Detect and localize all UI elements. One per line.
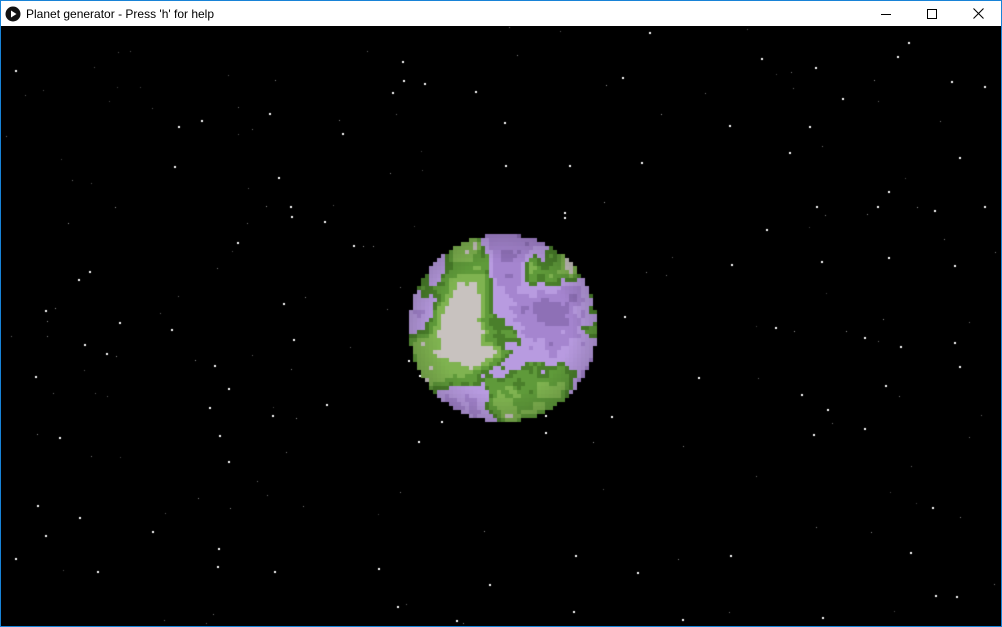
title-bar[interactable]: Planet generator - Press 'h' for help: [1, 1, 1001, 26]
minimize-button[interactable]: [863, 1, 909, 26]
render-area[interactable]: [1, 26, 1001, 626]
maximize-button[interactable]: [909, 1, 955, 26]
starfield-canvas[interactable]: [1, 26, 1001, 626]
close-button[interactable]: [955, 1, 1001, 26]
maximize-icon: [927, 8, 937, 19]
close-icon: [972, 8, 984, 19]
app-window: Planet generator - Press 'h' for help: [0, 0, 1002, 627]
play-icon: [5, 6, 21, 22]
window-title: Planet generator - Press 'h' for help: [26, 6, 215, 21]
minimize-icon: [881, 13, 891, 15]
